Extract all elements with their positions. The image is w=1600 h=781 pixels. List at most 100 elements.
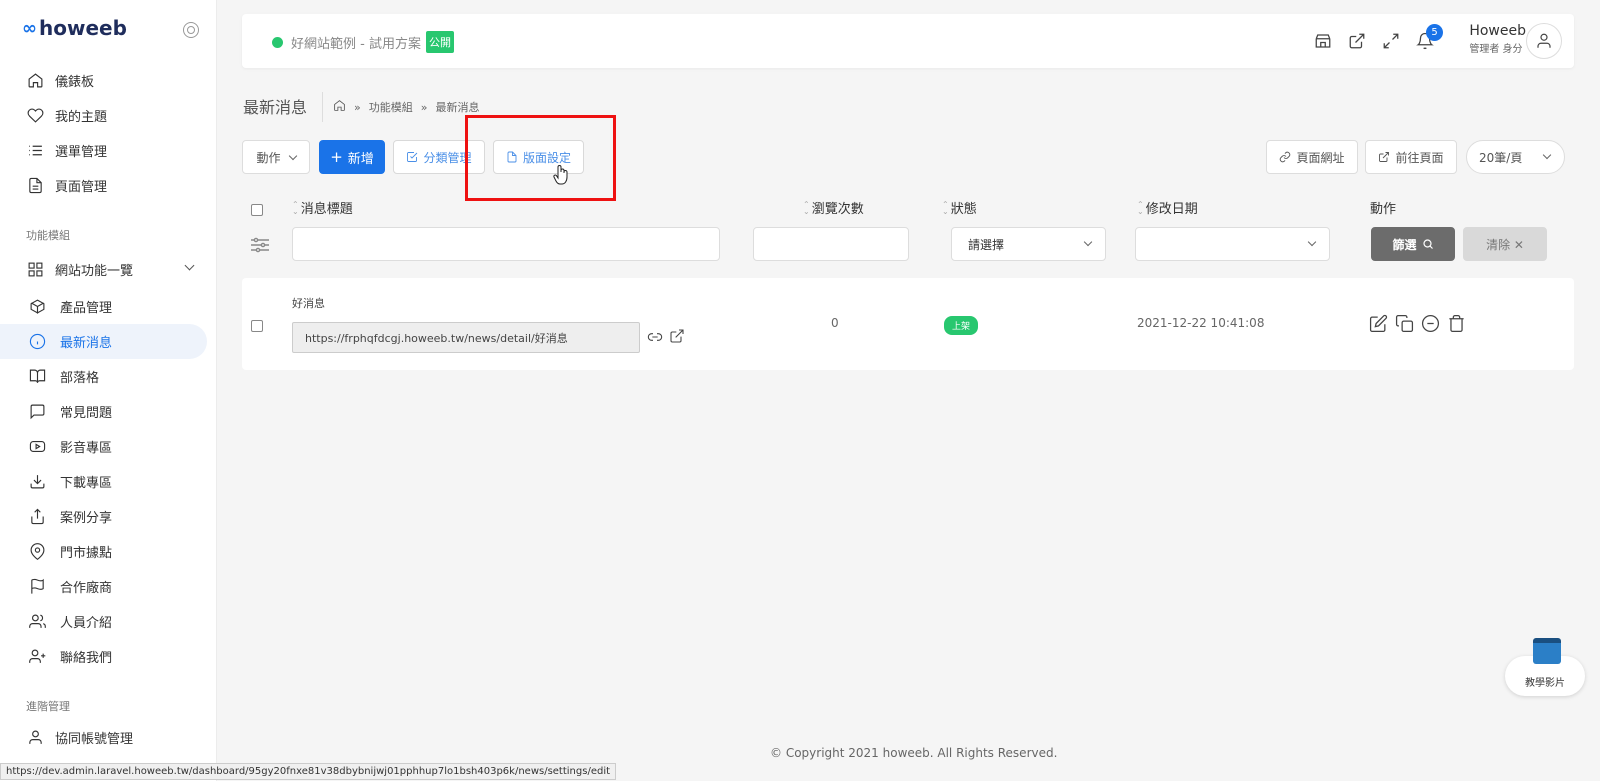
views-filter-input[interactable] bbox=[753, 227, 909, 261]
check-square-icon bbox=[407, 152, 418, 162]
sidebar-item-label: 聯絡我們 bbox=[60, 651, 113, 666]
brand-logo[interactable]: ∞ howeeb bbox=[22, 16, 127, 40]
youtube-icon bbox=[28, 438, 46, 456]
store-icon[interactable] bbox=[1314, 32, 1332, 50]
home-icon bbox=[26, 72, 44, 90]
column-header-actions: 動作 bbox=[1370, 198, 1396, 217]
status-filter-select[interactable]: 請選擇 bbox=[951, 227, 1106, 261]
sort-icon: ⌃ ⌄ bbox=[1137, 199, 1144, 216]
sidebar-item-partners[interactable]: 合作廠商 bbox=[0, 569, 216, 604]
section-label-advanced: 進階管理 bbox=[26, 700, 70, 713]
topbar: 好網站範例 - 試用方案 公開 5 Howeeb 管理者 身分 bbox=[242, 14, 1574, 68]
breadcrumb-separator: » bbox=[420, 100, 428, 114]
sidebar-item-label: 合作廠商 bbox=[60, 581, 113, 596]
title-filter-input[interactable] bbox=[292, 227, 720, 261]
map-pin-icon bbox=[28, 543, 46, 561]
bell-icon[interactable]: 5 bbox=[1416, 24, 1443, 50]
status-filter-value: 請選擇 bbox=[968, 237, 1005, 252]
sort-icon: ⌃ ⌄ bbox=[803, 199, 810, 216]
open-link-icon[interactable] bbox=[669, 328, 685, 344]
site-name: 好網站範例 - 試用方案 bbox=[291, 36, 421, 52]
sidebar-item-cases[interactable]: 案例分享 bbox=[0, 499, 216, 534]
bulk-action-label: 動作 bbox=[256, 150, 281, 165]
column-header-title[interactable]: ⌃ ⌄ 消息標題 bbox=[292, 198, 353, 217]
share-icon bbox=[28, 508, 46, 526]
sidebar-item-faq[interactable]: 常見問題 bbox=[0, 394, 216, 429]
row-status-badge[interactable]: 上架 bbox=[944, 316, 979, 335]
minus-circle-icon[interactable] bbox=[1421, 314, 1440, 333]
sidebar-item-page-management[interactable]: 頁面管理 bbox=[0, 168, 216, 203]
sidebar-item-label: 影音專區 bbox=[60, 441, 113, 456]
trash-icon[interactable] bbox=[1447, 314, 1466, 333]
user-info[interactable]: Howeeb 管理者 身分 bbox=[1469, 23, 1526, 55]
hand-cursor-icon bbox=[553, 165, 568, 185]
add-button-label: 新增 bbox=[347, 151, 374, 167]
avatar[interactable] bbox=[1526, 23, 1562, 59]
sidebar-item-news[interactable]: 最新消息 bbox=[0, 324, 207, 359]
sidebar-item-label: 選單管理 bbox=[55, 145, 108, 160]
site-status: 好網站範例 - 試用方案 公開 bbox=[272, 31, 454, 53]
sidebar: ∞ howeeb 儀錶板 我的主題 選單管理 頁面管理 功能模組 網站功能一覽 bbox=[0, 0, 217, 781]
row-url-field[interactable]: https://frphqfdcgj.howeeb.tw/news/detail… bbox=[292, 322, 640, 353]
clapperboard-icon bbox=[1533, 638, 1561, 664]
tutorial-video-widget[interactable]: 教學影片 bbox=[1505, 638, 1585, 698]
sidebar-collapse-toggle-icon[interactable] bbox=[183, 22, 199, 38]
user-role: 管理者 身分 bbox=[1469, 44, 1523, 55]
copy-icon[interactable] bbox=[1395, 314, 1414, 333]
sidebar-item-contact[interactable]: 聯絡我們 bbox=[0, 639, 216, 674]
sidebar-item-label: 門市據點 bbox=[60, 546, 113, 561]
filter-button[interactable]: 篩選 bbox=[1371, 227, 1455, 261]
sidebar-item-label: 網站功能一覽 bbox=[55, 263, 134, 279]
sort-icon: ⌃ ⌄ bbox=[942, 199, 949, 216]
copy-link-icon[interactable] bbox=[647, 329, 663, 345]
breadcrumb-home-icon[interactable] bbox=[333, 99, 346, 115]
row-checkbox[interactable] bbox=[251, 320, 263, 332]
flag-icon bbox=[28, 578, 46, 596]
sliders-icon[interactable] bbox=[250, 237, 270, 253]
filter-button-label: 篩選 bbox=[1392, 237, 1417, 252]
sidebar-submenu: 產品管理 最新消息 部落格 常見問題 影音專區 下載專區 案例分享 門市據點 合… bbox=[0, 289, 216, 674]
column-header-title-label: 消息標題 bbox=[300, 202, 353, 217]
sidebar-item-my-theme[interactable]: 我的主題 bbox=[0, 98, 216, 133]
add-button[interactable]: + 新增 bbox=[319, 140, 385, 174]
sidebar-item-downloads[interactable]: 下載專區 bbox=[0, 464, 216, 499]
date-filter-select[interactable] bbox=[1135, 227, 1330, 261]
sidebar-item-menu-management[interactable]: 選單管理 bbox=[0, 133, 216, 168]
heart-icon bbox=[26, 107, 44, 125]
sidebar-item-staff[interactable]: 人員介紹 bbox=[0, 604, 216, 639]
info-icon bbox=[28, 333, 46, 351]
select-all-checkbox[interactable] bbox=[251, 204, 263, 216]
sidebar-item-co-accounts[interactable]: 協同帳號管理 bbox=[0, 720, 216, 755]
fullscreen-icon[interactable] bbox=[1382, 32, 1400, 50]
column-header-modified[interactable]: ⌃ ⌄ 修改日期 bbox=[1137, 198, 1198, 217]
sidebar-item-dashboard[interactable]: 儀錶板 bbox=[0, 63, 216, 98]
per-page-select[interactable]: 20筆/頁 bbox=[1466, 140, 1565, 174]
users-icon bbox=[28, 613, 46, 631]
goto-page-button[interactable]: 前往頁面 bbox=[1365, 140, 1457, 174]
row-modified-date: 2021-12-22 10:41:08 bbox=[1137, 316, 1265, 330]
external-link-icon[interactable] bbox=[1348, 32, 1366, 50]
page-url-button[interactable]: 頁面網址 bbox=[1266, 140, 1358, 174]
column-header-views[interactable]: ⌃ ⌄ 瀏覽次數 bbox=[803, 198, 864, 217]
sidebar-item-products[interactable]: 產品管理 bbox=[0, 289, 216, 324]
sidebar-item-site-features[interactable]: 網站功能一覽 bbox=[0, 249, 216, 289]
sidebar-item-label: 產品管理 bbox=[60, 301, 113, 316]
clear-button[interactable]: 清除 ✕ bbox=[1463, 227, 1547, 261]
box-icon bbox=[28, 298, 46, 316]
sidebar-item-stores[interactable]: 門市據點 bbox=[0, 534, 216, 569]
breadcrumb-item-modules[interactable]: 功能模組 bbox=[369, 99, 413, 115]
sidebar-item-label: 案例分享 bbox=[60, 511, 113, 526]
goto-page-label: 前往頁面 bbox=[1395, 150, 1444, 165]
sidebar-item-blog[interactable]: 部落格 bbox=[0, 359, 216, 394]
edit-icon[interactable] bbox=[1369, 314, 1388, 333]
browser-status-url: https://dev.admin.laravel.howeeb.tw/dash… bbox=[0, 763, 617, 780]
bulk-action-dropdown[interactable]: 動作 bbox=[242, 140, 310, 174]
column-header-status[interactable]: ⌃ ⌄ 狀態 bbox=[942, 198, 977, 217]
link-icon bbox=[1280, 151, 1291, 163]
message-square-icon bbox=[28, 403, 46, 421]
download-icon bbox=[28, 473, 46, 491]
section-label-modules: 功能模組 bbox=[26, 229, 70, 242]
chevron-down-icon bbox=[1542, 150, 1552, 160]
sidebar-item-videos[interactable]: 影音專區 bbox=[0, 429, 216, 464]
row-title: 好消息 bbox=[292, 297, 325, 310]
